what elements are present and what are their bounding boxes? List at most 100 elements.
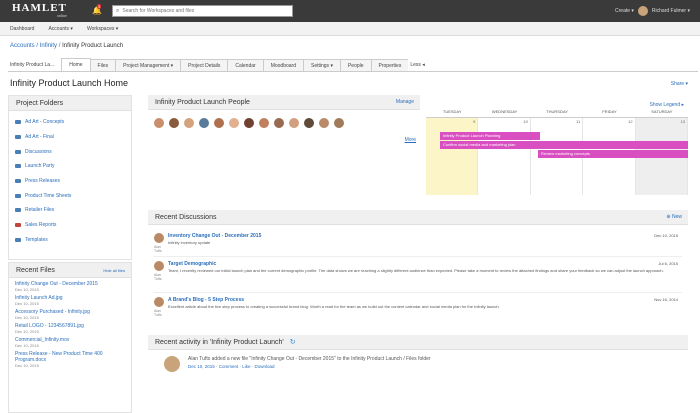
notification-icon[interactable]: 🔔 3	[92, 4, 102, 16]
more-people-link[interactable]: More	[405, 137, 416, 143]
discussion-row[interactable]: Alan Tufts Inventory Change Out - Decemb…	[154, 229, 682, 257]
day-header: FRIDAY	[583, 109, 636, 118]
nav-accounts[interactable]: Accounts ▾	[48, 26, 72, 32]
folder-icon	[15, 208, 21, 213]
person-avatar[interactable]	[304, 118, 314, 128]
recent-file-item[interactable]: Infinity Launch Ad.jpg Dec 10, 2015	[9, 292, 131, 306]
person-avatar[interactable]	[184, 118, 194, 128]
project-folders-title: Project Folders	[9, 96, 131, 111]
tab-project-management[interactable]: Project Management ▾	[115, 59, 182, 71]
nav-dashboard[interactable]: Dashboard	[10, 26, 34, 32]
day-header: TUESDAY	[426, 109, 479, 118]
workspace-selector[interactable]: Infinity Product La...	[8, 59, 63, 71]
calendar-dates: 9 10 11 12 13	[473, 119, 686, 124]
person-avatar[interactable]	[274, 118, 284, 128]
calendar-event[interactable]: Infinity Product Launch Planning	[440, 132, 540, 140]
hide-files-link[interactable]: Hide all files	[103, 268, 125, 273]
person-avatar[interactable]	[319, 118, 329, 128]
person-avatar[interactable]	[214, 118, 224, 128]
recent-file-item[interactable]: Commercial_Infinity.mov Dec 10, 2015	[9, 334, 131, 348]
share-button[interactable]: Share ▾	[671, 81, 688, 87]
folder-item[interactable]: Press Releases	[9, 174, 131, 189]
person-avatar[interactable]	[154, 118, 164, 128]
recent-file-item[interactable]: Press Release - New Product Time 400 Pro…	[9, 348, 131, 368]
folder-item[interactable]: Retailer Files	[9, 203, 131, 218]
show-legend-link[interactable]: Show Legend ▸	[650, 102, 684, 108]
folder-item[interactable]: Product Time Sheets	[9, 188, 131, 203]
avatar	[154, 297, 164, 307]
folder-item[interactable]: Sales Reports	[9, 218, 131, 233]
tab-home[interactable]: Home	[61, 58, 91, 71]
recent-file-item[interactable]: Retail LOGO - 1234567891.jpg Dec 10, 2015	[9, 320, 131, 334]
folder-icon	[15, 223, 21, 228]
search-box[interactable]: ⌕	[112, 5, 293, 17]
user-avatar[interactable]	[637, 6, 648, 16]
page-title: Infinity Product Launch Home	[10, 78, 129, 88]
top-bar: HAMLETonline 🔔3 ⌕ Create ▾ Richard Fulme…	[0, 0, 700, 22]
nav-workspaces[interactable]: Workspaces ▾	[87, 26, 118, 32]
folder-icon	[15, 193, 21, 198]
discussion-row[interactable]: Alan Tufts Target Demographic Team, I re…	[154, 257, 682, 293]
person-avatar[interactable]	[244, 118, 254, 128]
workspace-tabs: Infinity Product La... Home Files Projec…	[8, 58, 698, 72]
folder-icon	[15, 164, 21, 169]
folder-item[interactable]: Discussions	[9, 144, 131, 159]
tab-project-details[interactable]: Project Details	[180, 59, 229, 71]
activity-title: Recent activity in 'Infinity Product Lau…	[155, 338, 284, 346]
recent-file-item[interactable]: Infinity Change Out - December 2015 Dec 1…	[9, 278, 131, 292]
folder-item[interactable]: Ad Art - Final	[9, 130, 131, 145]
breadcrumb-accounts[interactable]: Accounts	[10, 43, 35, 49]
calendar-event[interactable]: Review marketing concepts	[538, 150, 688, 158]
folder-item[interactable]: Ad Art - Concepts	[9, 115, 131, 130]
notification-badge: 3	[97, 4, 102, 9]
tab-calendar[interactable]: Calendar	[227, 59, 264, 71]
discussion-row[interactable]: Alan Tufts A Brand's Blog - 5 Step Proce…	[154, 293, 682, 329]
calendar-header: TUESDAY WEDNESDAY THURSDAY FRIDAY SATURD…	[426, 109, 689, 118]
person-avatar[interactable]	[199, 118, 209, 128]
folder-icon	[15, 179, 21, 184]
activity-panel: Recent activity in 'Infinity Product Lau…	[148, 335, 688, 413]
search-icon: ⌕	[116, 7, 120, 14]
recent-files-title: Recent Files	[16, 266, 55, 274]
day-header: WEDNESDAY	[478, 109, 531, 118]
calendar-widget: Show Legend ▸ TUESDAY WEDNESDAY THURSDAY…	[426, 95, 689, 195]
discussions-title: Recent Discussions	[155, 213, 217, 221]
person-avatar[interactable]	[289, 118, 299, 128]
search-input[interactable]	[122, 8, 283, 14]
calendar-event[interactable]: Confirm social media and marketing plan	[440, 141, 688, 149]
tab-settings[interactable]: Settings ▾	[302, 59, 341, 71]
create-menu[interactable]: Create ▾	[615, 8, 634, 14]
person-avatar[interactable]	[334, 118, 344, 128]
folder-icon	[15, 135, 21, 140]
tab-properties[interactable]: Properties	[370, 59, 410, 71]
user-menu[interactable]: Richard Fulmer ▾	[652, 8, 690, 14]
new-discussion-button[interactable]: ⊕ New	[666, 214, 682, 220]
refresh-icon[interactable]: ↻	[290, 338, 296, 346]
breadcrumb-infinity[interactable]: Infinity	[40, 43, 57, 49]
day-header: THURSDAY	[530, 109, 584, 118]
person-avatar[interactable]	[259, 118, 269, 128]
people-panel: Infinity Product Launch People Manage Mo…	[148, 95, 420, 195]
project-folders-panel: Project Folders Ad Art - Concepts Ad Art…	[8, 95, 132, 260]
tab-files[interactable]: Files	[89, 59, 117, 71]
person-avatar[interactable]	[169, 118, 179, 128]
tab-people[interactable]: People	[339, 59, 372, 71]
manage-people-link[interactable]: Manage	[396, 99, 414, 105]
folder-item[interactable]: Templates	[9, 233, 131, 248]
recent-files-panel: Recent Files Hide all files Infinity Cha…	[8, 262, 132, 413]
folder-item[interactable]: Launch Party	[9, 159, 131, 174]
activity-text: Alan Tufts added a new file "Infinity Ch…	[188, 356, 431, 362]
avatar	[154, 233, 164, 243]
activity-meta[interactable]: Dec 10, 2015 · Comment · Like · Download	[188, 364, 275, 369]
person-avatar[interactable]	[229, 118, 239, 128]
tab-less[interactable]: Less ◂	[408, 59, 433, 71]
breadcrumb-current: Infinity Product Launch	[62, 43, 124, 49]
recent-file-item[interactable]: Accessory Purchased - Infinity.jpg Dec 10…	[9, 306, 131, 320]
people-title: Infinity Product Launch People	[155, 98, 250, 106]
tab-moodboard[interactable]: Moodboard	[262, 59, 304, 71]
folder-icon	[15, 237, 21, 242]
folder-icon	[15, 149, 21, 154]
avatar	[154, 261, 164, 271]
logo[interactable]: HAMLET online	[12, 3, 67, 19]
folder-icon	[15, 120, 21, 125]
